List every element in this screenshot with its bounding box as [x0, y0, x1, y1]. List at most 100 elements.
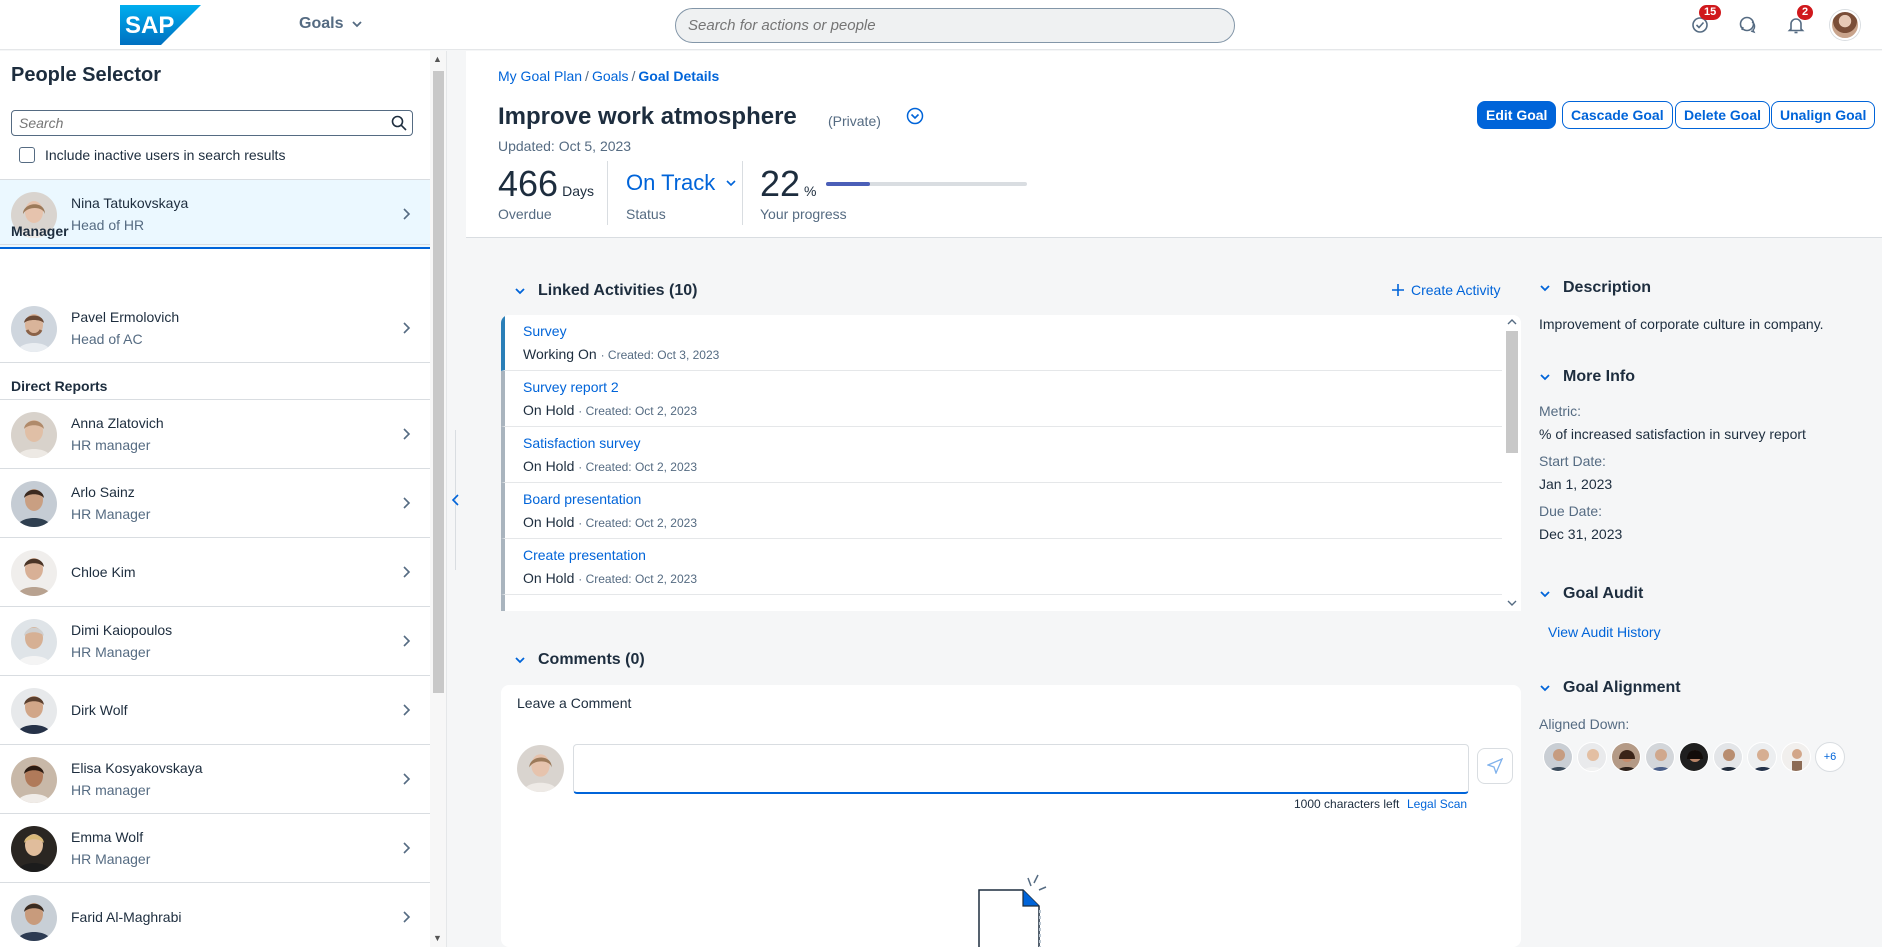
breadcrumb-my-goal-plan[interactable]: My Goal Plan: [498, 68, 582, 84]
breadcrumb-current: Goal Details: [638, 68, 720, 84]
avatar[interactable]: [1577, 742, 1607, 772]
include-inactive-label: Include inactive users in search results: [45, 147, 286, 163]
unalign-goal-button[interactable]: Unalign Goal: [1771, 101, 1876, 129]
description-text: Improvement of corporate culture in comp…: [1539, 316, 1824, 332]
activity-list-item[interactable]: Survey Working On · Created: Oct 3, 2023: [501, 315, 1502, 371]
avatar: [11, 550, 57, 596]
goal-alignment-title: Goal Alignment: [1563, 679, 1681, 696]
direct-report-item[interactable]: Anna Zlatovich HR manager: [0, 400, 430, 469]
direct-report-item[interactable]: Emma Wolf HR Manager: [0, 814, 430, 883]
expand-header-icon[interactable]: [906, 107, 924, 125]
direct-report-item[interactable]: Elisa Kosyakovskaya HR manager: [0, 745, 430, 814]
scroll-down-icon[interactable]: [1507, 598, 1517, 608]
view-audit-history-link[interactable]: View Audit History: [1548, 624, 1661, 640]
activity-status: On Hold · Created: Oct 2, 2023: [523, 570, 697, 586]
delete-goal-button[interactable]: Delete Goal: [1675, 101, 1771, 129]
person-name: Elisa Kosyakovskaya: [71, 760, 203, 776]
tasks-button[interactable]: 15: [1687, 5, 1722, 38]
panel-splitter[interactable]: [446, 430, 466, 570]
activities-list: Survey Working On · Created: Oct 3, 2023 S…: [501, 315, 1521, 611]
collapse-chevron-icon[interactable]: [1539, 588, 1551, 600]
send-icon: [1487, 758, 1503, 774]
person-role: HR Manager: [71, 851, 151, 867]
people-selector-title: People Selector: [11, 64, 162, 86]
activity-title[interactable]: Create presentation: [523, 547, 646, 563]
more-info-header: More Info: [1539, 368, 1635, 386]
status-label: Status: [626, 206, 666, 222]
feedback-button[interactable]: [1735, 12, 1761, 38]
activity-status: On Hold · Created: Oct 2, 2023: [523, 402, 697, 418]
scrollbar-thumb[interactable]: [433, 71, 444, 693]
avatar[interactable]: [1611, 742, 1641, 772]
include-inactive-checkbox[interactable]: [19, 147, 35, 163]
direct-report-item[interactable]: Farid Al-Maghrabi: [0, 883, 430, 947]
scrollbar-thumb[interactable]: [1506, 331, 1518, 453]
activity-list-item[interactable]: Board presentation On Hold · Created: Oct…: [501, 483, 1502, 539]
collapse-chevron-icon[interactable]: [1539, 371, 1551, 383]
people-search-field[interactable]: [11, 110, 413, 136]
breadcrumb-goals[interactable]: Goals: [592, 68, 629, 84]
updated-date: Updated: Oct 5, 2023: [498, 138, 632, 154]
avatar[interactable]: [1713, 742, 1743, 772]
app-title-menu[interactable]: Goals: [299, 15, 363, 33]
more-aligned-badge[interactable]: +6: [1815, 742, 1845, 772]
activity-title[interactable]: Board presentation: [523, 491, 641, 507]
visibility-label: (Private): [828, 113, 881, 129]
activity-title[interactable]: Satisfaction survey: [523, 435, 641, 451]
collapse-left-icon[interactable]: [449, 492, 463, 508]
scroll-up-arrow-icon[interactable]: ▲: [433, 54, 442, 64]
shell-bar: SAP Goals 15 2: [0, 0, 1882, 50]
avatar[interactable]: [1679, 742, 1709, 772]
scroll-up-icon[interactable]: [1507, 317, 1517, 327]
avatar[interactable]: [1645, 742, 1675, 772]
status-dropdown[interactable]: On Track: [626, 170, 737, 196]
shell-search-input[interactable]: [675, 8, 1235, 43]
avatar[interactable]: [1543, 742, 1573, 772]
search-icon[interactable]: [391, 115, 407, 131]
activity-list-item[interactable]: Survey report 2 On Hold · Created: Oct 2,…: [501, 371, 1502, 427]
list-item-partial[interactable]: [501, 595, 1502, 611]
manager-item[interactable]: Pavel Ermolovich Head of AC: [0, 294, 430, 363]
people-panel-scrollbar[interactable]: ▲ ▼: [430, 51, 447, 947]
direct-report-item[interactable]: Dirk Wolf: [0, 676, 430, 745]
notifications-button[interactable]: 2: [1783, 5, 1814, 38]
chevron-right-icon: [403, 497, 411, 509]
activity-title[interactable]: Survey report 2: [523, 379, 619, 395]
scroll-down-arrow-icon[interactable]: ▼: [433, 933, 442, 943]
comment-textarea[interactable]: [573, 744, 1469, 794]
person-role: HR manager: [71, 437, 151, 453]
sap-logo[interactable]: SAP: [120, 5, 201, 45]
collapse-chevron-icon[interactable]: [1539, 682, 1551, 694]
direct-report-item[interactable]: Arlo Sainz HR Manager: [0, 469, 430, 538]
activity-list-item[interactable]: Create presentation On Hold · Created: Oc…: [501, 539, 1502, 595]
user-avatar[interactable]: [1830, 10, 1860, 40]
breadcrumb: My Goal Plan / Goals / Goal Details: [498, 68, 719, 84]
edit-goal-button[interactable]: Edit Goal: [1477, 101, 1557, 129]
collapse-chevron-icon[interactable]: [514, 654, 526, 666]
legal-scan-link[interactable]: Legal Scan: [1407, 797, 1467, 811]
avatar[interactable]: [1781, 742, 1811, 772]
people-selector-panel: People Selector Include inactive users i…: [0, 51, 431, 947]
person-name: Farid Al-Maghrabi: [71, 909, 182, 925]
overdue-kpi: 466 Days Overdue: [498, 163, 594, 222]
collapse-chevron-icon[interactable]: [1539, 282, 1551, 294]
activity-title[interactable]: Survey: [523, 323, 567, 339]
direct-report-item[interactable]: Chloe Kim: [0, 538, 430, 607]
direct-report-item[interactable]: Dimi Kaiopoulos HR Manager: [0, 607, 430, 676]
collapse-chevron-icon[interactable]: [514, 285, 526, 297]
include-inactive-option[interactable]: Include inactive users in search results: [19, 147, 285, 163]
chevron-right-icon: [403, 208, 411, 220]
cascade-goal-button[interactable]: Cascade Goal: [1562, 101, 1673, 129]
activity-list-item[interactable]: Satisfaction survey On Hold · Created: Oc…: [501, 427, 1502, 483]
avatar: [11, 412, 57, 458]
send-comment-button[interactable]: [1477, 748, 1513, 784]
activities-scrollbar[interactable]: [1503, 315, 1521, 611]
comments-title: Comments (0): [538, 651, 645, 668]
create-activity-button[interactable]: Create Activity: [1391, 282, 1500, 298]
page-title: Improve work atmosphere: [498, 103, 797, 130]
goal-audit-title: Goal Audit: [1563, 585, 1644, 602]
avatar[interactable]: [1747, 742, 1777, 772]
create-activity-label: Create Activity: [1411, 282, 1501, 298]
people-search-input[interactable]: [12, 111, 372, 135]
person-name: Pavel Ermolovich: [71, 309, 180, 325]
